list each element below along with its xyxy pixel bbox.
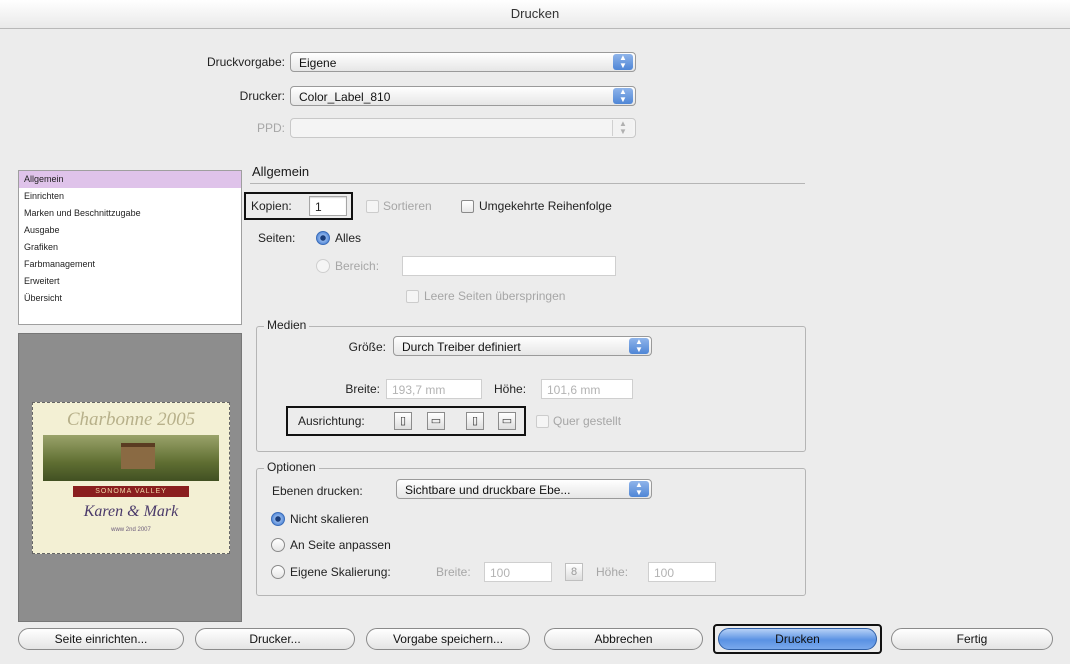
media-height-field[interactable]: 101,6 mm [541,379,633,399]
skip-blank-label: Leere Seiten überspringen [424,289,566,303]
no-scale-radio[interactable] [271,512,285,526]
window-title: Drucken [510,6,560,21]
printer-value: Color_Label_810 [299,90,391,104]
category-item-marks-bleed[interactable]: Marken und Beschnittzugabe [19,205,241,222]
pages-range-label: Bereich: [335,259,380,273]
reverse-order-checkbox[interactable] [461,200,474,213]
window-titlebar: Drucken [0,0,1070,29]
ppd-popup[interactable]: ▲ ▼ [290,118,636,138]
category-item-summary[interactable]: Übersicht [19,290,241,307]
pages-label: Seiten: [258,231,296,245]
category-item-color-management[interactable]: Farbmanagement [19,256,241,273]
reverse-landscape-orientation-icon[interactable]: ▭ [498,412,516,430]
cancel-button[interactable]: Abbrechen [544,628,703,650]
copies-label: Kopien: [251,199,292,213]
category-item-advanced[interactable]: Erweitert [19,273,241,290]
preset-value: Eigene [299,56,337,70]
transverse-checkbox[interactable] [536,415,549,428]
preview-title: Charbonne 2005 [66,409,196,430]
scale-width-field[interactable]: 100 [484,562,552,582]
no-scale-label: Nicht skalieren [290,512,369,526]
pages-all-radio[interactable] [316,231,330,245]
pages-all-label: Alles [335,231,362,245]
preset-label: Druckvorgabe: [206,55,285,69]
done-button[interactable]: Fertig [891,628,1053,650]
scale-height-field[interactable]: 100 [648,562,716,582]
link-proportions-icon[interactable]: 8 [565,563,583,581]
popup-arrows-icon: ▲ ▼ [613,54,633,70]
pages-range-field[interactable] [402,256,616,276]
pages-range-radio[interactable] [316,259,330,273]
fit-to-page-radio[interactable] [271,538,285,552]
page-setup-button[interactable]: Seite einrichten... [18,628,184,650]
orientation-label: Ausrichtung: [298,414,365,428]
category-item-graphics[interactable]: Grafiken [19,239,241,256]
printer-label: Drucker: [239,89,285,103]
preview-banner: SONOMA VALLEY [73,486,189,497]
print-layers-popup[interactable]: Sichtbare und druckbare Ebe... ▲ ▼ [396,479,652,499]
scale-width-label: Breite: [436,565,471,579]
options-group-label: Optionen [264,460,319,474]
preview-page: Charbonne 2005 SONOMA VALLEY Karen & Mar… [32,402,230,554]
custom-scale-radio[interactable] [271,565,285,579]
copies-field[interactable]: 1 [309,196,347,216]
preview-names: Karen & Mark [83,503,179,520]
landscape-orientation-icon[interactable]: ▭ [427,412,445,430]
print-layers-value: Sichtbare und druckbare Ebe... [405,483,571,497]
popup-arrows-icon: ▲ ▼ [612,120,633,136]
print-layers-label: Ebenen drucken: [272,484,363,498]
scale-height-label: Höhe: [596,565,629,579]
custom-scale-label: Eigene Skalierung: [290,565,391,579]
popup-arrows-icon: ▲ ▼ [613,88,633,104]
save-preset-button[interactable]: Vorgabe speichern... [366,628,530,650]
category-item-setup[interactable]: Einrichten [19,188,241,205]
preview-landscape-image [43,435,219,481]
skip-blank-checkbox[interactable] [406,290,419,303]
printer-button[interactable]: Drucker... [195,628,355,650]
popup-arrows-icon: ▲ ▼ [629,481,649,497]
general-section-title: Allgemein [252,164,310,179]
reverse-portrait-orientation-icon[interactable]: ▯ [466,412,484,430]
popup-arrows-icon: ▲ ▼ [629,338,649,354]
media-width-label: Breite: [345,382,380,396]
section-divider [250,183,805,184]
collate-checkbox[interactable] [366,200,379,213]
transverse-label: Quer gestellt [553,414,622,428]
size-value: Durch Treiber definiert [402,340,521,354]
printer-popup[interactable]: Color_Label_810 ▲ ▼ [290,86,636,106]
preset-popup[interactable]: Eigene ▲ ▼ [290,52,636,72]
media-height-label: Höhe: [494,382,527,396]
portrait-orientation-icon[interactable]: ▯ [394,412,412,430]
size-label: Größe: [348,340,386,354]
collate-label: Sortieren [383,199,432,213]
print-button[interactable]: Drucken [718,628,877,650]
size-popup[interactable]: Durch Treiber definiert ▲ ▼ [393,336,652,356]
category-item-output[interactable]: Ausgabe [19,222,241,239]
fit-to-page-label: An Seite anpassen [290,538,391,552]
reverse-order-label: Umgekehrte Reihenfolge [479,199,612,213]
preview-date: www 2nd 2007 [111,527,151,533]
ppd-label: PPD: [256,121,285,135]
castle-shape [121,443,155,469]
print-preview: Charbonne 2005 SONOMA VALLEY Karen & Mar… [18,333,242,622]
media-group-label: Medien [264,318,310,332]
category-list[interactable]: Allgemein Einrichten Marken und Beschnit… [18,170,242,325]
media-width-field[interactable]: 193,7 mm [386,379,482,399]
category-item-general[interactable]: Allgemein [19,171,241,188]
